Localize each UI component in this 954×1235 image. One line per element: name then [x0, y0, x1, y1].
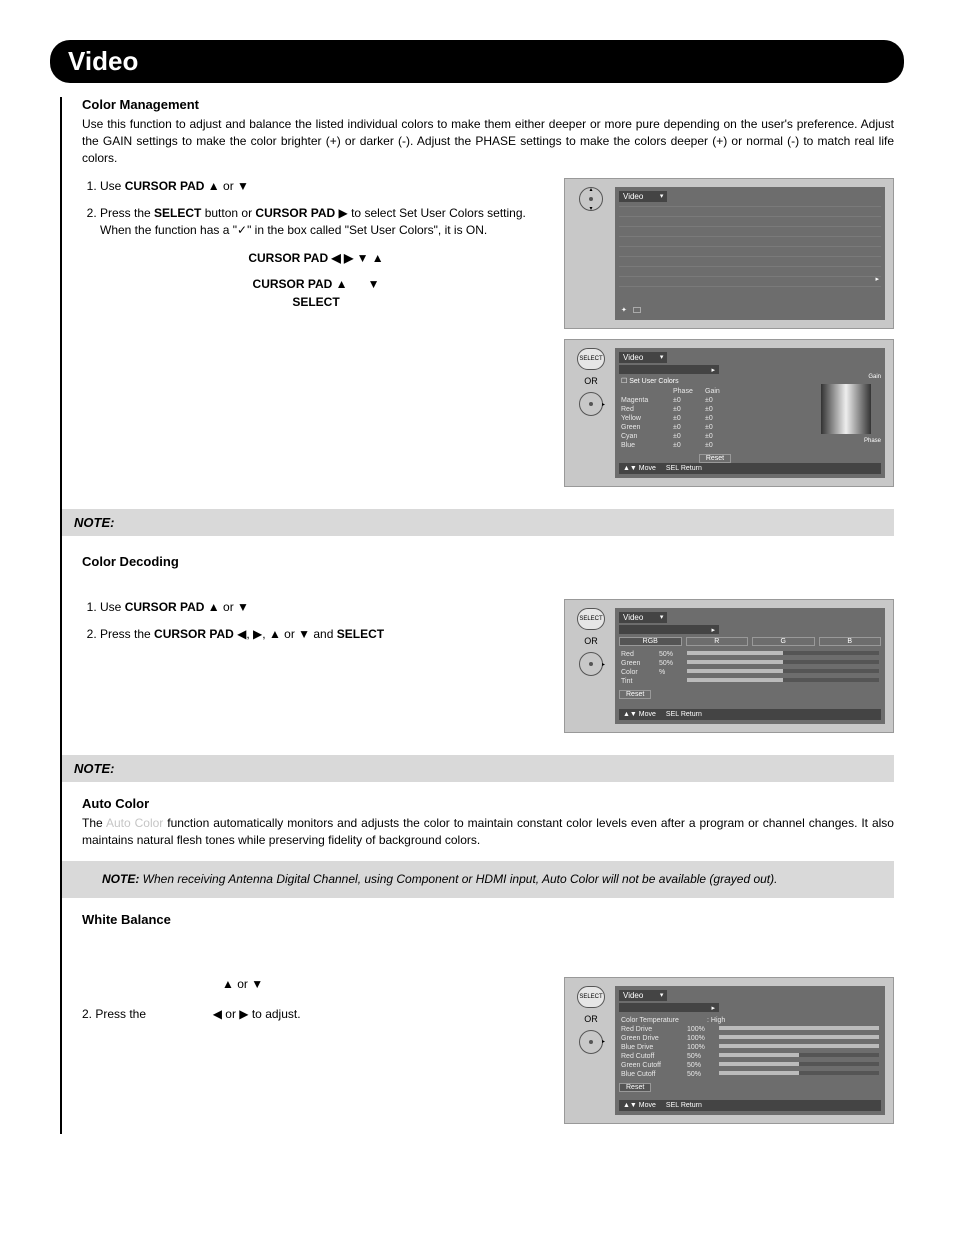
auto-color-heading: Auto Color [82, 796, 894, 811]
or-label: OR [584, 376, 598, 386]
osd-panel-1: ▴▾ Video ▸ ✦ [564, 178, 894, 329]
wb-step-2: 2. Press the ◀ or ▶ to adjust. [82, 1007, 550, 1021]
osd-tab: B [819, 637, 882, 646]
osd-row: Green Cutoff50% [619, 1061, 881, 1070]
osd-tab: R [686, 637, 749, 646]
note-2: NOTE: [62, 755, 894, 782]
white-balance-heading: White Balance [82, 912, 894, 927]
cd-step-1: Use CURSOR PAD ▲ or ▼ [100, 599, 550, 616]
osd-row: Red Cutoff50% [619, 1052, 881, 1061]
section-title-bar: Video [50, 40, 904, 83]
osd-row: Red Drive100% [619, 1025, 881, 1034]
osd-row: Color% [619, 668, 881, 677]
color-decoding-heading: Color Decoding [82, 554, 894, 569]
osd-panel-4: SELECT OR ▸ Video Color Temperature: Hig… [564, 977, 894, 1124]
dpad-icon: ▴▾ [579, 187, 603, 211]
auto-color-body: The Auto Color function automatically mo… [82, 815, 894, 849]
osd-tab: G [752, 637, 815, 646]
osd-row: Tint [619, 677, 881, 686]
osd-row: Magenta±0±0 [619, 396, 811, 405]
osd-row: Red±0±0 [619, 405, 811, 414]
osd-nav-icon: ✦ [621, 306, 627, 314]
cm-step-1: Use CURSOR PAD ▲ or ▼ [100, 178, 550, 195]
osd-tab-video: Video [619, 191, 667, 202]
color-swatch [821, 384, 871, 434]
osd-tab: RGB [619, 637, 682, 646]
osd-row: Green Drive100% [619, 1034, 881, 1043]
osd-row: Green±0±0 [619, 423, 811, 432]
wb-step-1: ▲ or ▼ [82, 977, 550, 991]
cursor-line-2: CURSOR PAD ▲ ▼ [82, 277, 550, 291]
osd-row: Green50% [619, 659, 881, 668]
color-management-heading: Color Management [82, 97, 894, 112]
cursor-line-1: CURSOR PAD ◀ ▶ ▼ ▲ [82, 251, 550, 265]
osd-row: Blue Cutoff50% [619, 1070, 881, 1079]
cm-step-2: Press the SELECT button or CURSOR PAD ▶ … [100, 205, 550, 239]
note-3: NOTE: When receiving Antenna Digital Cha… [62, 861, 894, 898]
osd-row: Cyan±0±0 [619, 432, 811, 441]
color-management-intro: Use this function to adjust and balance … [82, 116, 894, 166]
osd-row: Blue Drive100% [619, 1043, 881, 1052]
osd-panel-3: SELECT OR ▸ Video RGBRGB Red50%Green50%C… [564, 599, 894, 733]
note-1: NOTE: [62, 509, 894, 536]
osd-row: Blue±0±0 [619, 441, 811, 450]
cursor-line-3: SELECT [82, 295, 550, 309]
section-title: Video [68, 46, 886, 77]
select-button-icon: SELECT [577, 348, 605, 370]
dpad-right-icon: ▸ [579, 392, 603, 416]
osd-panel-2: SELECT OR ▸ Video ☐ Set User Colors Phas… [564, 339, 894, 487]
cd-step-2: Press the CURSOR PAD ◀, ▶, ▲ or ▼ and SE… [100, 626, 550, 643]
osd-row: Yellow±0±0 [619, 414, 811, 423]
osd-row: Red50% [619, 650, 881, 659]
